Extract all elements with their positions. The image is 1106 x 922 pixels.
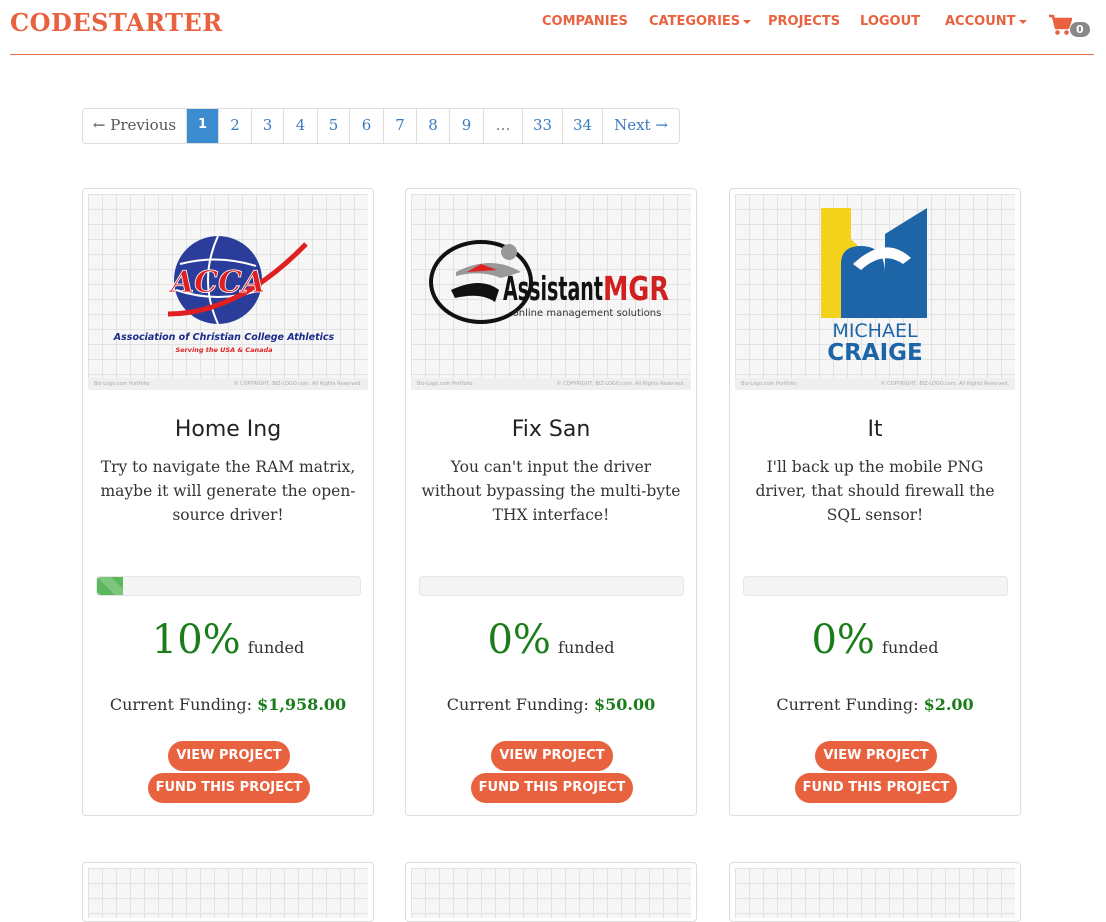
acca-logo-line1: Association of Christian College Athleti…	[113, 332, 335, 343]
navbar: CODESTARTER COMPANIES CATEGORIES PROJECT…	[10, 0, 1094, 55]
funded-label: funded	[882, 638, 939, 657]
pagination-next[interactable]: Next →	[603, 109, 679, 143]
nav-projects[interactable]: PROJECTS	[768, 14, 840, 29]
pagination-page-9[interactable]: 9	[450, 109, 484, 143]
fund-project-button[interactable]: FUND THIS PROJECT	[148, 773, 310, 803]
funded-percent: 0% funded	[406, 617, 696, 663]
assistantmgr-logo-title-a: Assistant	[503, 269, 603, 308]
funding-amount: $50.00	[594, 695, 656, 714]
funding-amount: $1,958.00	[257, 695, 347, 714]
current-funding: Current Funding: $2.00	[730, 695, 1020, 714]
acca-logo-title: ACCA	[168, 265, 265, 300]
thumbnail-copyright: © COPYRIGHT, BIZ-LOGO.com. All Rights Re…	[233, 381, 362, 387]
funding-progress-bar	[96, 576, 361, 596]
funded-label: funded	[558, 638, 615, 657]
project-description: You can't input the driver without bypas…	[421, 458, 681, 524]
pagination-page-6[interactable]: 6	[350, 109, 384, 143]
pagination-page-4[interactable]: 4	[284, 109, 318, 143]
funding-progress-bar	[743, 576, 1008, 596]
thumbnail-footer: Biz-Logo.com Portfolio © COPYRIGHT, BIZ-L…	[88, 378, 368, 390]
view-project-button[interactable]: VIEW PROJECT	[491, 741, 613, 771]
progress-fill	[97, 577, 124, 595]
percent-value: 10%	[151, 617, 241, 663]
pagination-page-7[interactable]: 7	[384, 109, 417, 143]
nav-categories-label: CATEGORIES	[649, 14, 741, 29]
brand-logo[interactable]: CODESTARTER	[10, 8, 223, 37]
caret-down-icon	[1018, 19, 1027, 24]
project-description: I'll back up the mobile PNG driver, that…	[755, 458, 995, 524]
pagination-page-1[interactable]: 1	[187, 109, 219, 143]
pagination-page-5[interactable]: 5	[318, 109, 350, 143]
nav-logout[interactable]: LOGOUT	[860, 14, 920, 29]
project-card-partial	[82, 862, 374, 922]
funded-label: funded	[247, 638, 305, 657]
thumbnail-credit: Biz-Logo.com Portfolio	[417, 381, 473, 387]
pagination-page-34[interactable]: 34	[563, 109, 603, 143]
funded-percent: 10% funded	[83, 617, 373, 663]
michael-craige-logo-line1: MICHAEL	[832, 320, 918, 342]
thumbnail-copyright: © COPYRIGHT, BIZ-LOGO.com. All Rights Re…	[880, 381, 1009, 387]
fund-project-button[interactable]: FUND THIS PROJECT	[471, 773, 633, 803]
current-funding: Current Funding: $50.00	[406, 695, 696, 714]
project-thumbnail: ACCA Association of Christian College At…	[88, 194, 368, 390]
cart-count-badge: 0	[1070, 22, 1090, 37]
thumbnail-credit: Biz-Logo.com Portfolio	[741, 381, 797, 387]
nav-categories[interactable]: CATEGORIES	[649, 14, 752, 29]
pagination: ← Previous 1 2 3 4 5 6 7 8 9 … 33 34 Nex…	[82, 108, 680, 144]
project-title[interactable]: Home Ing	[83, 417, 373, 442]
project-card: Assistant MGR online management solution…	[405, 188, 697, 816]
project-description: Try to navigate the RAM matrix, maybe it…	[100, 458, 356, 524]
nav-account[interactable]: ACCOUNT	[945, 14, 1027, 29]
pagination-ellipsis: …	[484, 109, 523, 143]
project-thumbnail	[88, 868, 368, 918]
funding-progress-bar	[419, 576, 684, 596]
pagination-page-2[interactable]: 2	[219, 109, 252, 143]
assistantmgr-logo-tagline: online management solutions	[513, 308, 662, 319]
thumbnail-footer: Biz-Logo.com Portfolio © COPYRIGHT, BIZ-L…	[735, 378, 1015, 390]
thumbnail-credit: Biz-Logo.com Portfolio	[94, 381, 150, 387]
percent-value: 0%	[811, 617, 875, 663]
cart-button[interactable]: 0	[1048, 14, 1090, 37]
project-card-partial	[405, 862, 697, 922]
assistantmgr-logo-title-b: MGR	[603, 269, 669, 308]
view-project-button[interactable]: VIEW PROJECT	[168, 741, 290, 771]
view-project-button[interactable]: VIEW PROJECT	[815, 741, 937, 771]
acca-logo-image: ACCA Association of Christian College At…	[113, 235, 335, 354]
funding-label: Current Funding:	[109, 695, 252, 714]
assistantmgr-logo-image: Assistant MGR online management solution…	[429, 240, 669, 324]
project-title[interactable]: Fix San	[406, 417, 696, 442]
current-funding: Current Funding: $1,958.00	[83, 695, 373, 714]
project-card-partial	[729, 862, 1021, 922]
michael-craige-logo-line2: CRAIGE	[827, 340, 923, 366]
shopping-cart-icon	[1049, 14, 1072, 35]
pagination-page-8[interactable]: 8	[417, 109, 450, 143]
project-title[interactable]: It	[730, 417, 1020, 442]
nav-companies[interactable]: COMPANIES	[542, 14, 628, 29]
fund-project-button[interactable]: FUND THIS PROJECT	[795, 773, 957, 803]
pagination-page-3[interactable]: 3	[252, 109, 284, 143]
caret-down-icon	[743, 19, 752, 24]
pagination-previous[interactable]: ← Previous	[83, 109, 187, 143]
funded-percent: 0% funded	[730, 617, 1020, 663]
project-card: ACCA Association of Christian College At…	[82, 188, 374, 816]
project-thumbnail: MICHAEL CRAIGE Biz-Logo.com Portfolio © C…	[735, 194, 1015, 390]
project-card: MICHAEL CRAIGE Biz-Logo.com Portfolio © C…	[729, 188, 1021, 816]
project-thumbnail: Assistant MGR online management solution…	[411, 194, 691, 390]
funding-label: Current Funding:	[446, 695, 589, 714]
project-thumbnail	[411, 868, 691, 918]
funding-label: Current Funding:	[776, 695, 919, 714]
acca-logo-line2: Serving the USA & Canada	[175, 346, 272, 354]
project-thumbnail	[735, 868, 1015, 918]
pagination-page-33[interactable]: 33	[523, 109, 563, 143]
michael-craige-logo-image: MICHAEL CRAIGE	[821, 208, 927, 366]
thumbnail-copyright: © COPYRIGHT, BIZ-LOGO.com. All Rights Re…	[556, 381, 685, 387]
funding-amount: $2.00	[923, 695, 974, 714]
percent-value: 0%	[487, 617, 551, 663]
thumbnail-footer: Biz-Logo.com Portfolio © COPYRIGHT, BIZ-L…	[411, 378, 691, 390]
nav-account-label: ACCOUNT	[945, 14, 1016, 29]
